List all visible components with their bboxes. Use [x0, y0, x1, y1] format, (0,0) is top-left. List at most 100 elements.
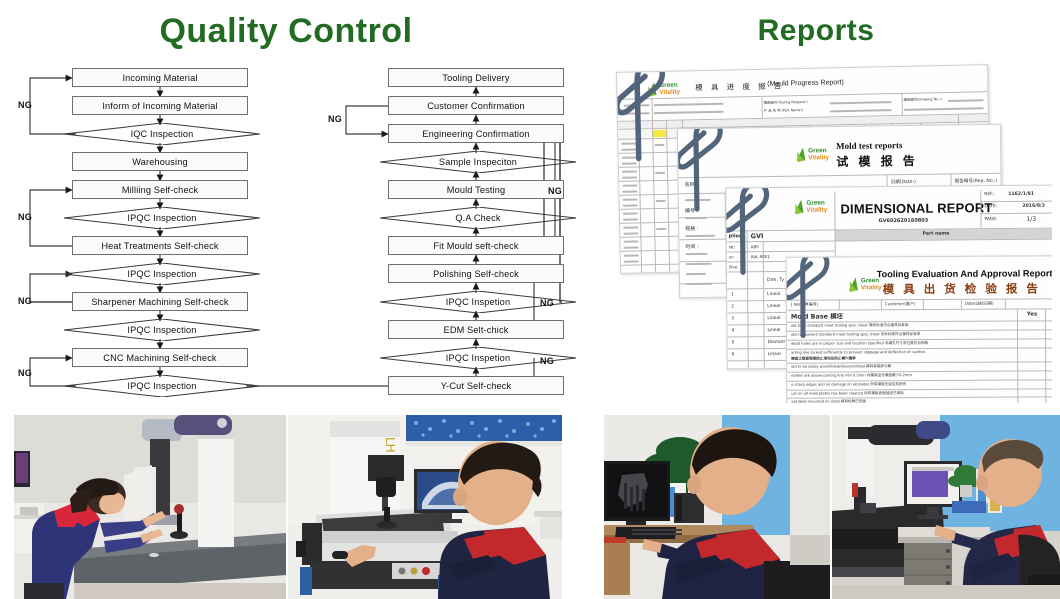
checklist-item: evlties are above parting line min 0.2mm…	[791, 373, 912, 378]
field-label: 产 品 名 称 (Part Name:)	[763, 108, 804, 113]
field-label: 日期(Date:)	[890, 179, 916, 186]
checklist-item: ebolt holes are in proper size and locat…	[791, 340, 929, 346]
flow-node-edm-selt-chick: EDM Selt-chick	[388, 320, 564, 339]
flow-node-polishing-self-check: Polishing Self-check	[388, 264, 564, 283]
page-root: Quality Control Reports Incoming Materia…	[0, 0, 1060, 599]
brand-bottom: Vitality	[860, 283, 882, 291]
field-label: 规格 :	[685, 225, 699, 233]
document-title-en: DIMENSIONAL REPORT	[840, 200, 993, 217]
checklist-item: old label mounted on mold 模具标牌已安装	[791, 399, 867, 403]
row-type: Lineal	[767, 327, 781, 334]
flow-node-label: IPQC Inspetion	[445, 297, 511, 307]
flow-node-qa-check: Q.A Check	[380, 207, 576, 229]
flow-node-milliing-self-check: Milliing Self-check	[72, 180, 248, 199]
flow-label-ng-1: NG	[18, 100, 33, 110]
flow-node-label: Customer Confirmation	[427, 100, 525, 111]
flow-node-label: EDM Selt-chick	[443, 324, 509, 335]
row-number: 2	[731, 304, 735, 310]
flow-node-engineering-confirmation: Engineering Confirmation	[388, 124, 564, 143]
leaf-icon	[792, 200, 805, 215]
checklist-item: 模面之锁紧程度防止滑动及防止模穴偏移	[791, 356, 856, 361]
green-vitality-logo: Green Vitality	[847, 277, 882, 292]
meta-value: 2016/8/3	[1022, 203, 1045, 209]
checklist-item: arting line locked sufficiently to preve…	[791, 350, 926, 355]
document-tooling-evaluation-report: Green Vitality Tooling Evaluation And Ap…	[785, 255, 1052, 403]
reports-documents-collage: Green Vitality 模 具 进 度 报 告 (Mould Progre…	[600, 58, 1052, 403]
paperclip-icon	[785, 255, 830, 339]
flow-node-label: Sharpener Machining Self-check	[91, 296, 229, 307]
document-subtitle: GV602620160803	[878, 217, 929, 225]
flow-node-fit-mould-seft-check: Fit Mould seft-check	[388, 236, 564, 255]
flow-label-ng-7: NG	[540, 298, 555, 308]
flow-node-iqc-inspection: IQC Inspection	[64, 123, 260, 145]
flow-node-cnc-machining-self-check: CNC Machining Self-check	[72, 348, 248, 367]
flow-label-ng-8: NG	[540, 356, 555, 366]
leaf-icon	[794, 147, 807, 162]
field-label: 报告编号(Rep. No.:)	[954, 178, 998, 185]
checklist-item: old to be easily assembled/disassembled …	[791, 364, 892, 369]
flow-node-label: Fit Mould seft-check	[433, 240, 519, 251]
flow-node-label: Engineering Confirmation	[422, 128, 530, 139]
meta-value: 1162/1/91	[1008, 191, 1035, 197]
flow-node-label: Milliing Self-check	[121, 184, 199, 195]
brand-bottom: Vitality	[806, 206, 828, 214]
flow-node-ipqc-inspection-4: IPQC Inspection	[64, 375, 260, 397]
field-label: 模具编号(Tooling Request:)	[763, 99, 808, 105]
row-type: Lineal	[767, 303, 781, 310]
flow-node-label: Tooling Delivery	[442, 72, 510, 83]
flow-node-label: Y-Cut Self-check	[440, 380, 512, 391]
flow-node-sample-inspeciton: Sample Inspeciton	[380, 151, 576, 173]
flow-node-y-cut-self-check: Y-Cut Self-check	[388, 376, 564, 395]
paperclip-icon	[676, 123, 723, 212]
row-number: 6	[731, 352, 735, 358]
flow-label-ng-4: NG	[18, 368, 33, 378]
row-type: Lineal	[767, 291, 781, 298]
page-title-quality-control: Quality Control	[159, 12, 413, 50]
field-label: 图纸编号(Drawing No.:)	[903, 97, 942, 102]
flow-node-incoming-material: Incoming Material	[72, 68, 248, 87]
flow-node-label: Sample Inspeciton	[438, 157, 518, 167]
document-title-en: (Mould Progress Report)	[767, 79, 844, 88]
field-label: 时间 :	[685, 243, 699, 251]
paperclip-icon	[725, 184, 770, 275]
flow-node-label: CNC Machining Self-check	[103, 352, 217, 363]
part-name-label: Part name	[922, 231, 950, 237]
document-title-cn: 试 模 报 告	[836, 153, 918, 170]
document-title-cn: 模 具 出 货 检 验 报 告	[882, 281, 1041, 297]
row-number: 4	[731, 328, 735, 334]
flow-node-tooling-delivery: Tooling Delivery	[388, 68, 564, 87]
flow-node-inform-of-incoming-material: Inform of Incoming Material	[72, 96, 248, 115]
checklist-item: ust on all mold plates has been cleaned …	[791, 391, 904, 396]
flow-node-label: IPQC Inspection	[127, 213, 197, 223]
flow-label-ng-5: NG	[328, 114, 343, 124]
svg-text:LH: LH	[383, 437, 397, 453]
flow-node-label: Warehousing	[132, 156, 188, 167]
field-label: Date(送检日期)	[964, 300, 994, 306]
meta-label: PAGE:	[984, 217, 998, 223]
photo-cmm-lab-operator	[832, 415, 1060, 599]
row-type: Lineal	[767, 315, 781, 322]
flow-node-ipqc-inspection-1: IPQC Inspection	[64, 207, 260, 229]
flow-node-label: Mould Testing	[446, 184, 506, 195]
brand-bottom: Vitality	[808, 153, 830, 161]
meta-label: REF.:	[984, 192, 995, 198]
flow-node-label: IPQC Inspection	[127, 381, 197, 391]
flow-node-label: IPQC Inspection	[127, 325, 197, 335]
column-header: Dim. Ty	[767, 277, 785, 284]
flow-node-label: Inform of Incoming Material	[102, 100, 218, 111]
row-type: Lineal	[767, 351, 781, 358]
field-label: Customer(客户)	[884, 301, 916, 307]
flow-node-mould-testing: Mould Testing	[388, 180, 564, 199]
photo-cmm-operator-female	[14, 415, 286, 599]
row-type: Diametr	[767, 339, 786, 346]
paperclip-icon	[615, 64, 665, 162]
flow-node-sharpener-machining-self-check: Sharpener Machining Self-check	[72, 292, 248, 311]
flow-node-label: IPQC Inspection	[127, 269, 197, 279]
row-number: 1	[731, 292, 734, 298]
document-title-en: Tooling Evaluation And Approval Report	[876, 268, 1052, 280]
document-title-en: Mold test reports	[836, 140, 903, 152]
flow-node-label: IQC Inspection	[130, 129, 194, 139]
flow-node-label: Incoming Material	[122, 72, 198, 83]
photo-cad-workstation-operator	[604, 415, 830, 599]
flow-node-heat-treatments-self-check: Heat Treatments Self-check	[72, 236, 248, 255]
